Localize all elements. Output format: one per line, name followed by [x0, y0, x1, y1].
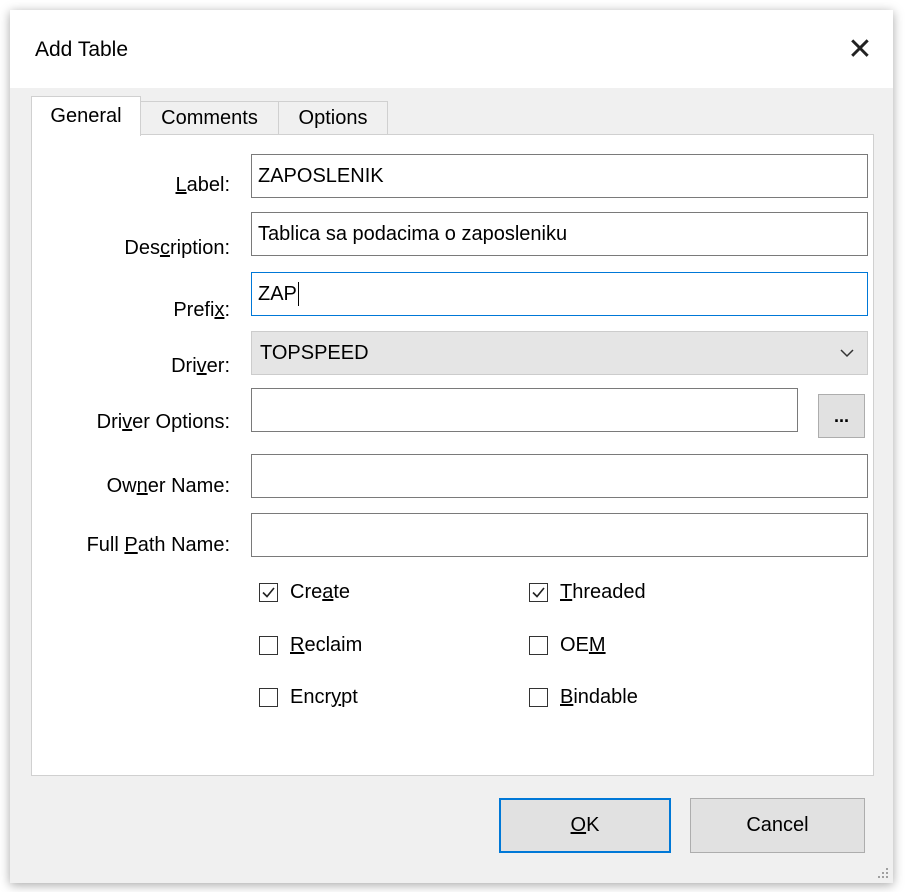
bindable-checkbox[interactable]: Bindable — [529, 686, 638, 709]
checkmark-icon — [532, 587, 545, 598]
oem-checkbox-box[interactable] — [529, 636, 548, 655]
threaded-checkbox-box[interactable] — [529, 583, 548, 602]
full-path-name-input[interactable] — [251, 513, 868, 557]
tab-options-label: Options — [298, 107, 368, 129]
tab-general[interactable]: General — [31, 96, 141, 136]
window-title: Add Table — [35, 38, 129, 61]
prefix-input[interactable]: ZAP — [251, 272, 868, 316]
tab-comments[interactable]: Comments — [139, 101, 280, 135]
reclaim-checkbox-label: Reclaim — [290, 634, 363, 656]
reclaim-checkbox-box[interactable] — [259, 636, 278, 655]
driver-select-value: TOPSPEED — [260, 341, 369, 364]
label-input-value: ZAPOSLENIK — [258, 164, 384, 187]
driver-options-field-label: Driver Options: — [96, 411, 230, 433]
owner-name-input[interactable] — [251, 454, 868, 498]
owner-name-field-label: Owner Name: — [106, 475, 230, 497]
oem-checkbox-label: OEM — [560, 634, 606, 656]
full-path-name-field-label: Full Path Name: — [86, 534, 230, 556]
create-checkbox[interactable]: Create — [259, 581, 350, 604]
encrypt-checkbox-label: Encrypt — [290, 686, 358, 708]
create-checkbox-box[interactable] — [259, 583, 278, 602]
tab-comments-label: Comments — [161, 107, 258, 129]
bindable-checkbox-box[interactable] — [529, 688, 548, 707]
reclaim-checkbox[interactable]: Reclaim — [259, 634, 362, 657]
text-caret — [297, 282, 299, 306]
driver-options-input[interactable] — [251, 388, 798, 432]
add-table-dialog: Add Table ✕ General Comments Options Lab… — [10, 10, 893, 883]
prefix-input-value: ZAP — [258, 282, 297, 305]
browse-button-label: ... — [833, 405, 849, 426]
tab-general-label: General — [50, 105, 122, 127]
title-bar: Add Table ✕ — [10, 10, 893, 88]
resize-grip-icon[interactable] — [875, 865, 889, 879]
close-button[interactable]: ✕ — [827, 10, 893, 88]
description-input-value: Tablica sa podacima o zaposleniku — [258, 222, 568, 245]
encrypt-checkbox-box[interactable] — [259, 688, 278, 707]
tab-options[interactable]: Options — [278, 101, 388, 135]
oem-checkbox[interactable]: OEM — [529, 634, 606, 657]
driver-options-browse-button[interactable]: ... — [818, 394, 865, 438]
cancel-button-label: Cancel — [746, 814, 809, 836]
label-input[interactable]: ZAPOSLENIK — [251, 154, 868, 198]
prefix-field-label: Prefix: — [173, 299, 230, 321]
create-checkbox-label: Create — [290, 581, 351, 603]
label-field-label: Label: — [175, 174, 231, 196]
cancel-button[interactable]: Cancel — [690, 798, 865, 853]
close-icon: ✕ — [847, 32, 873, 66]
description-field-label: Description: — [124, 237, 230, 259]
ok-button-label: OK — [570, 814, 600, 836]
ok-button[interactable]: OK — [499, 798, 671, 853]
description-input[interactable]: Tablica sa podacima o zaposleniku — [251, 212, 868, 256]
driver-field-label: Driver: — [171, 355, 230, 377]
threaded-checkbox-label: Threaded — [560, 581, 646, 603]
encrypt-checkbox[interactable]: Encrypt — [259, 686, 358, 709]
threaded-checkbox[interactable]: Threaded — [529, 581, 646, 604]
driver-select[interactable]: TOPSPEED — [251, 331, 868, 375]
bindable-checkbox-label: Bindable — [560, 686, 638, 708]
checkmark-icon — [262, 587, 275, 598]
chevron-down-icon — [840, 349, 854, 358]
